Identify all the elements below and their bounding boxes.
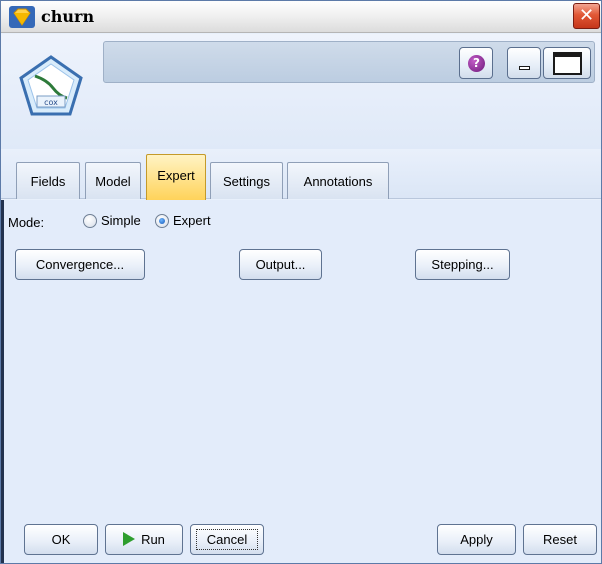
- reset-button[interactable]: Reset: [523, 524, 597, 555]
- maximize-button[interactable]: [543, 47, 591, 79]
- title-bar: churn ✕: [1, 1, 601, 33]
- diamond-app-icon: [9, 6, 35, 28]
- apply-button[interactable]: Apply: [437, 524, 516, 555]
- tab-annotations[interactable]: Annotations: [287, 162, 389, 199]
- mode-expert-radio[interactable]: [155, 214, 169, 228]
- help-button[interactable]: ?: [459, 47, 493, 79]
- node-name-field[interactable]: ?: [103, 41, 595, 83]
- mode-simple-label[interactable]: Simple: [101, 213, 141, 228]
- run-button[interactable]: Run: [105, 524, 183, 555]
- convergence-button[interactable]: Convergence...: [15, 249, 145, 280]
- expert-panel: Mode: Simple Expert Convergence... Outpu…: [1, 200, 601, 515]
- cancel-button[interactable]: Cancel: [190, 524, 264, 555]
- minimize-icon: [519, 66, 530, 70]
- help-icon: ?: [468, 55, 485, 72]
- node-header: cox ?: [1, 34, 601, 149]
- close-icon: ✕: [578, 5, 595, 26]
- minimize-button[interactable]: [507, 47, 541, 79]
- tab-expert[interactable]: Expert: [146, 154, 206, 200]
- tab-fields[interactable]: Fields: [16, 162, 80, 199]
- tab-settings[interactable]: Settings: [210, 162, 283, 199]
- run-label: Run: [141, 532, 165, 547]
- cox-node-icon: cox: [19, 55, 83, 116]
- stepping-button[interactable]: Stepping...: [415, 249, 510, 280]
- mode-simple-radio[interactable]: [83, 214, 97, 228]
- tab-model[interactable]: Model: [85, 162, 141, 199]
- reset-label: Reset: [543, 532, 577, 547]
- cancel-label: Cancel: [196, 529, 258, 550]
- tab-strip: Fields Model Expert Settings Annotations: [1, 149, 601, 200]
- apply-label: Apply: [460, 532, 493, 547]
- node-icon-label: cox: [44, 98, 58, 107]
- close-button[interactable]: ✕: [573, 3, 600, 29]
- output-button[interactable]: Output...: [239, 249, 322, 280]
- maximize-icon: [553, 52, 582, 75]
- mode-label: Mode:: [8, 215, 45, 230]
- button-bar: OK Run Cancel Apply Reset: [1, 515, 601, 563]
- run-play-icon: [123, 532, 136, 546]
- ok-button[interactable]: OK: [24, 524, 98, 555]
- dialog-window: churn ✕ cox ? Fields Model Expert Settin…: [0, 0, 602, 564]
- mode-expert-label[interactable]: Expert: [173, 213, 211, 228]
- window-title: churn: [41, 7, 95, 26]
